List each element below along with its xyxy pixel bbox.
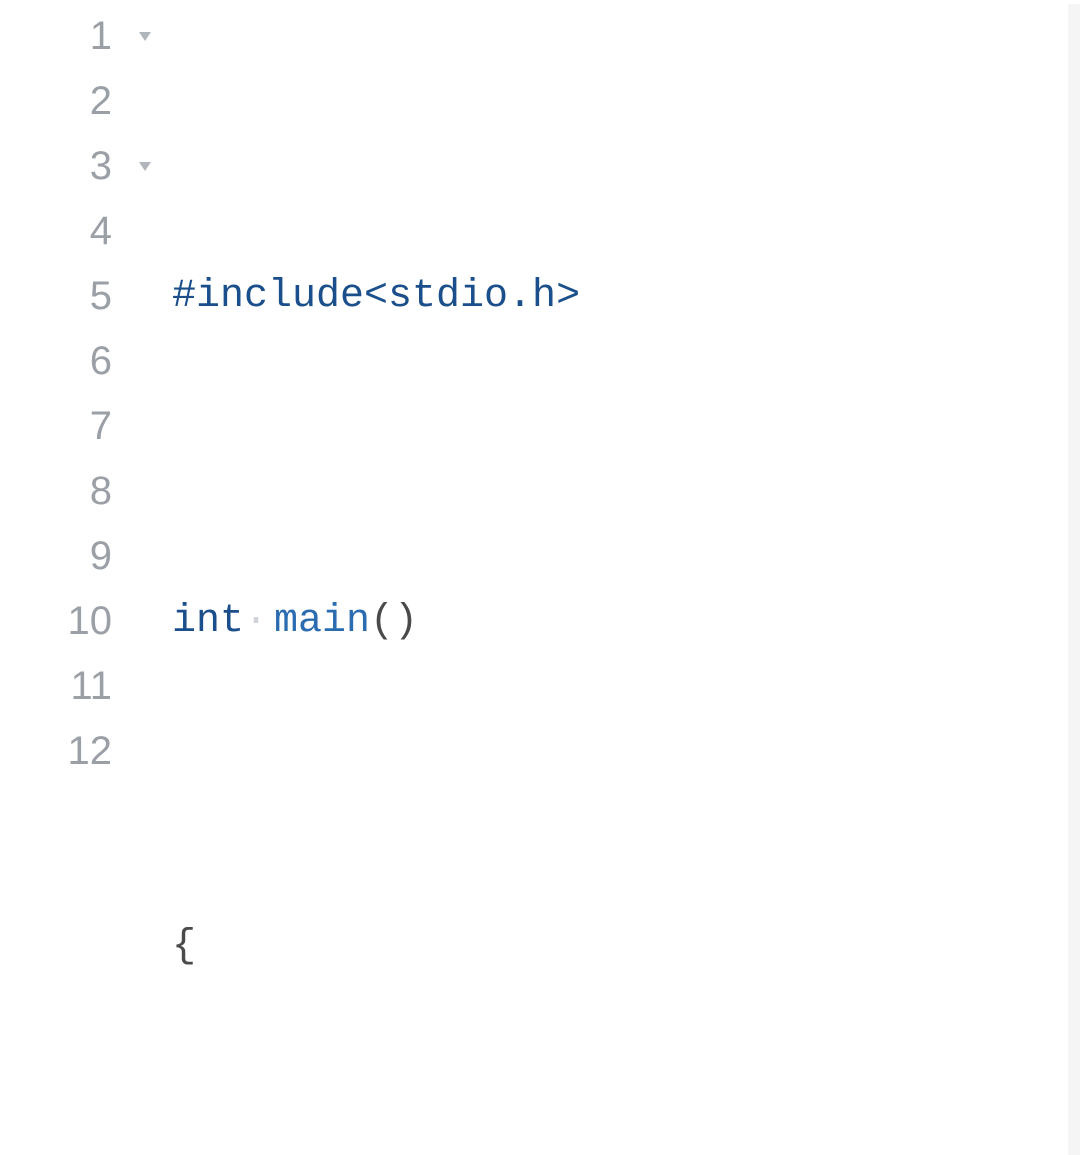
fold-spacer — [130, 589, 160, 654]
fold-spacer — [130, 329, 160, 394]
line-number: 2 — [0, 69, 112, 134]
type-token: int — [172, 599, 244, 644]
line-number: 7 — [0, 394, 112, 459]
fold-spacer — [130, 199, 160, 264]
line-number: 8 — [0, 459, 112, 524]
line-number: 11 — [0, 654, 112, 719]
brace-token: { — [172, 924, 196, 969]
line-number: 5 — [0, 264, 112, 329]
line-number: 10 — [0, 589, 112, 654]
vertical-scrollbar[interactable] — [1068, 4, 1080, 1155]
punct-token: () — [370, 599, 418, 644]
whitespace-dot: · — [244, 599, 274, 644]
fold-spacer — [130, 524, 160, 589]
preprocessor-token: #include<stdio.h> — [172, 274, 580, 319]
line-number: 3 — [0, 134, 112, 199]
fold-triangle-icon[interactable] — [130, 134, 160, 199]
fold-spacer — [130, 394, 160, 459]
line-number: 12 — [0, 719, 112, 784]
function-token: main — [274, 599, 370, 644]
code-line[interactable]: int·main() — [160, 589, 1080, 654]
fold-triangle-icon[interactable] — [130, 4, 160, 69]
line-number: 4 — [0, 199, 112, 264]
line-number: 1 — [0, 4, 112, 69]
line-number: 6 — [0, 329, 112, 394]
fold-spacer — [130, 69, 160, 134]
fold-spacer — [130, 654, 160, 719]
code-area[interactable]: #include<stdio.h> int·main() { ····int a… — [160, 4, 1080, 1155]
code-line[interactable]: #include<stdio.h> — [160, 264, 1080, 329]
code-editor[interactable]: 1 2 3 4 5 6 7 8 9 10 11 12 #include<stdi… — [0, 0, 1080, 1155]
code-line[interactable]: { — [160, 914, 1080, 979]
fold-gutter — [130, 4, 160, 1155]
fold-spacer — [130, 459, 160, 524]
line-number: 9 — [0, 524, 112, 589]
fold-spacer — [130, 719, 160, 784]
fold-spacer — [130, 264, 160, 329]
line-number-gutter: 1 2 3 4 5 6 7 8 9 10 11 12 — [0, 4, 130, 1155]
